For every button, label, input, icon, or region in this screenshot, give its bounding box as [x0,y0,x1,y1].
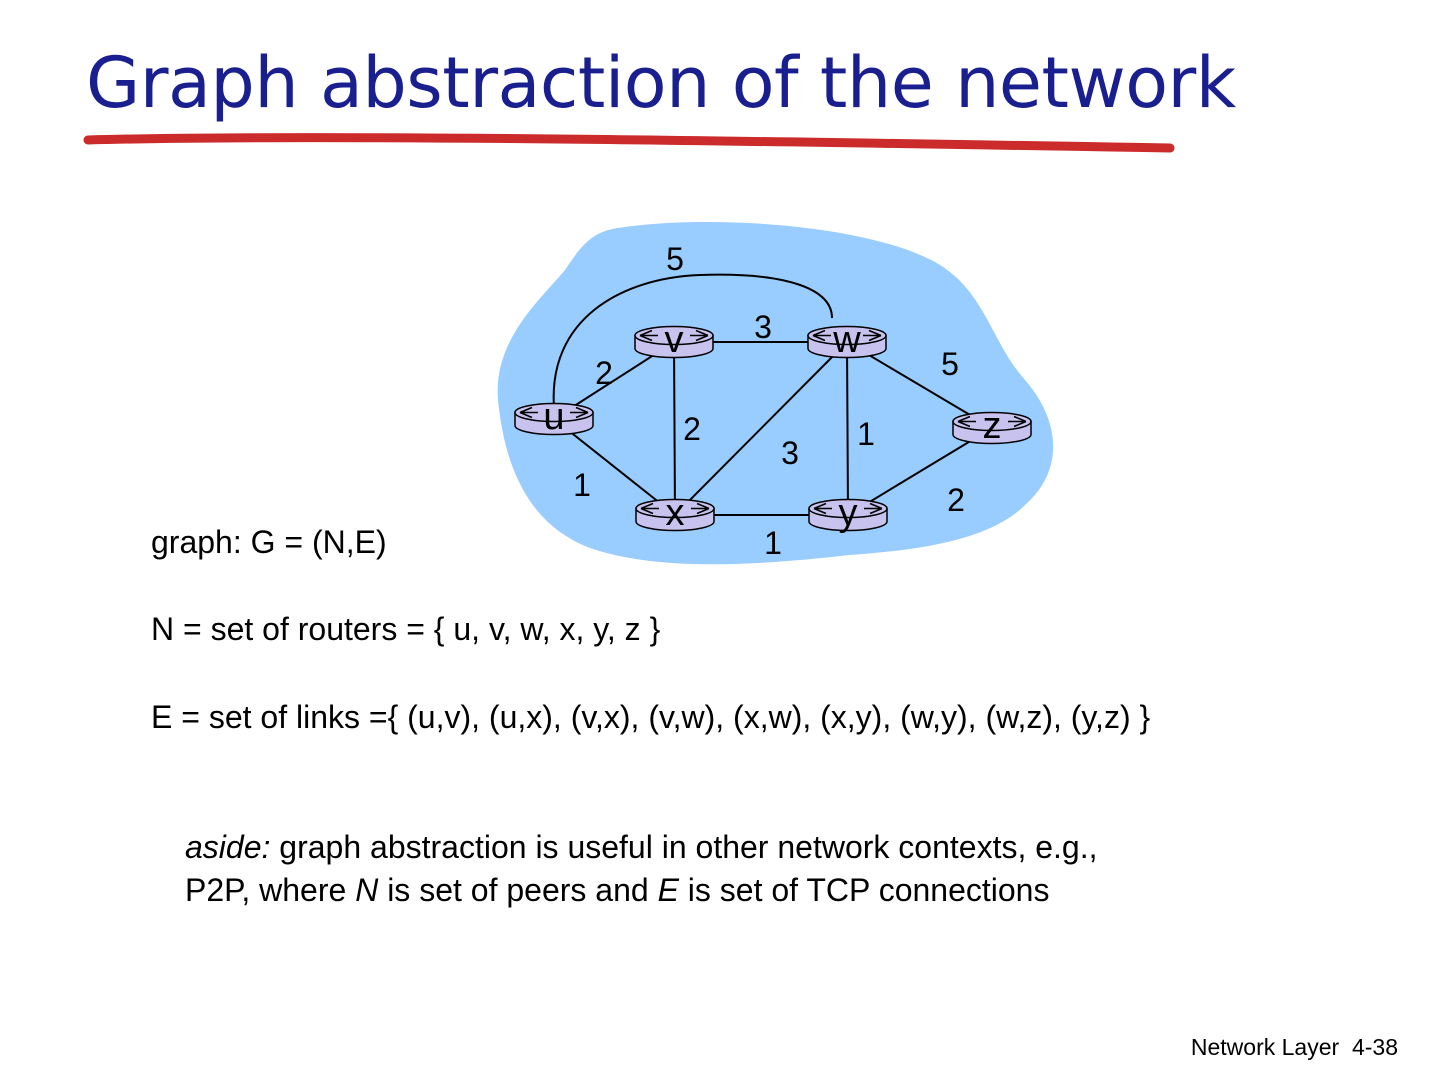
edge-cost-w-z: 5 [941,346,959,382]
router-z-label: z [983,405,1002,447]
aside-text-2b: is set of peers and [378,872,658,908]
aside-e: E [657,872,679,908]
edge-cost-u-w: 5 [666,241,684,277]
edge-cost-x-w: 3 [781,435,799,471]
edge-cost-y-z: 2 [947,482,965,518]
aside-text-1: graph abstraction is useful in other net… [270,829,1098,865]
router-v-label: v [665,319,684,361]
router-y-label: y [839,492,858,534]
router-w-label: w [832,319,861,361]
edge-w-y [846,341,849,516]
routers-definition: N = set of routers = { u, v, w, x, y, z … [151,611,661,647]
aside-text-2c: is set of TCP connections [678,872,1050,908]
aside-line-2: P2P, where N is set of peers and E is se… [185,869,1098,912]
links-definition: E = set of links ={ (u,v), (u,x), (v,x),… [151,699,1151,735]
aside-line-1: aside: graph abstraction is useful in ot… [185,826,1098,869]
router-u-label: u [543,396,564,438]
slide-footer: Network Layer 4-38 [1191,1034,1398,1061]
network-graph: 2 1 5 2 3 3 1 1 5 2 u v w x y z [497,222,1054,565]
aside-note: aside: graph abstraction is useful in ot… [185,826,1098,912]
edge-cost-v-w: 3 [754,309,772,345]
edge-v-x [673,341,676,516]
footer-page: 4-38 [1351,1034,1398,1060]
aside-label: aside: [185,829,271,865]
edge-cost-v-x: 2 [683,411,701,447]
edge-cost-u-x: 1 [573,467,591,503]
aside-text-2a: P2P, where [185,872,356,908]
edge-cost-w-y: 1 [857,416,875,452]
edge-cost-u-v: 2 [595,355,613,391]
edge-cost-x-y: 1 [764,525,782,561]
network-cloud [497,222,1054,565]
footer-section: Network Layer [1190,1034,1340,1060]
router-x-label: x [666,492,685,534]
graph-definition: graph: G = (N,E) [151,524,387,560]
aside-n: N [355,872,379,908]
